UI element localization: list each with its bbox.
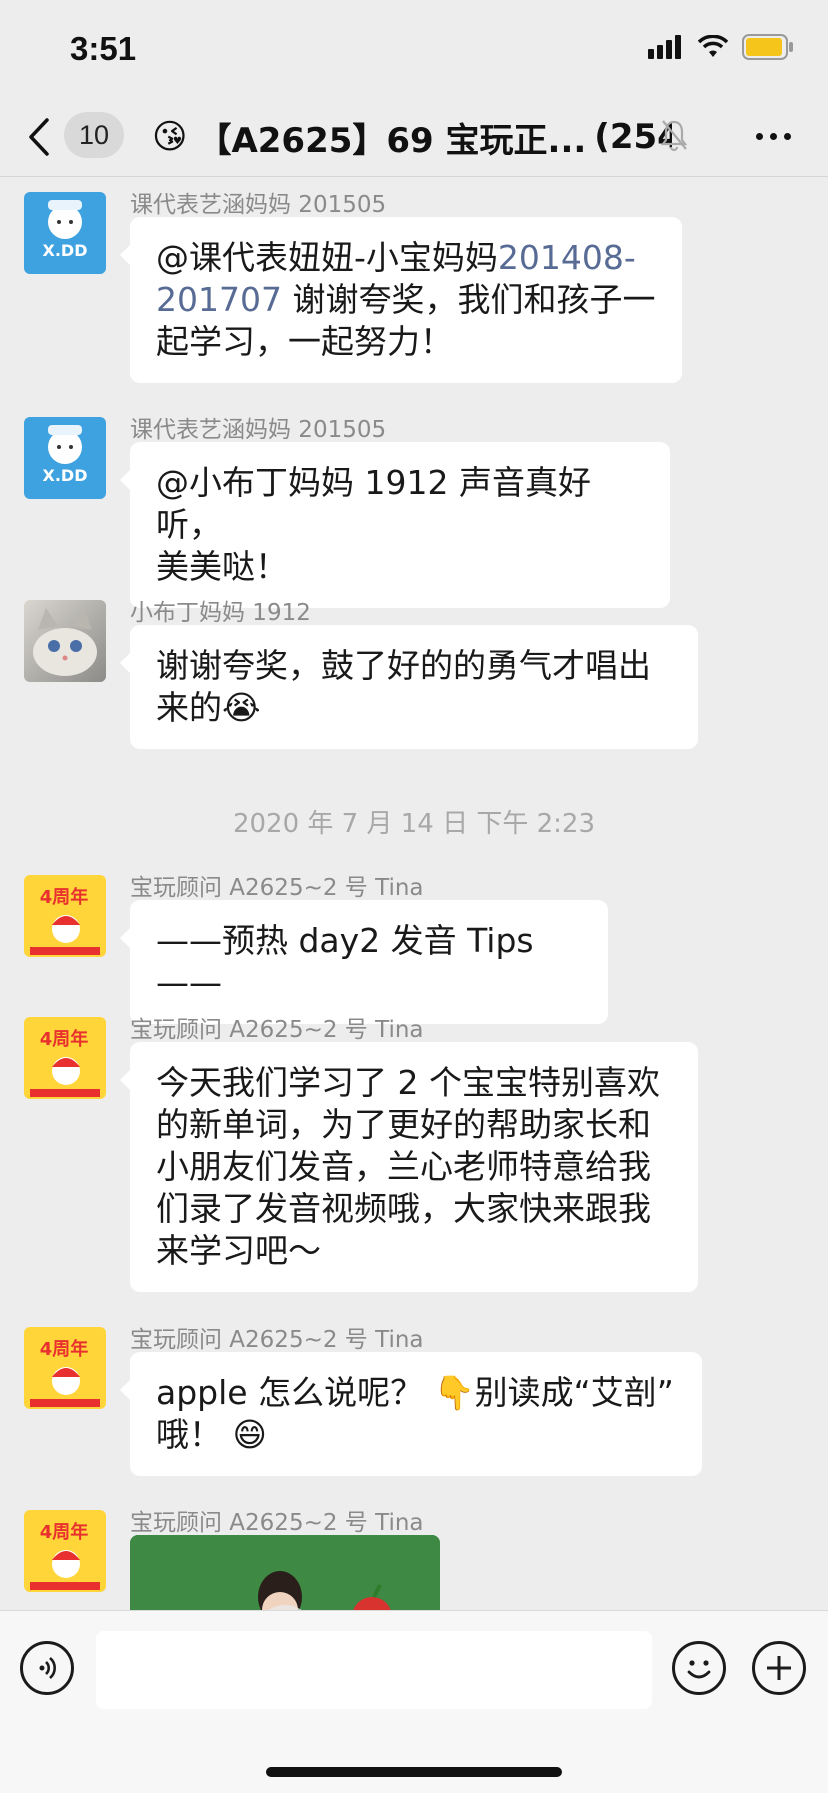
back-button[interactable] <box>28 112 56 162</box>
wifi-icon <box>698 35 728 57</box>
message-line: 201707 谢谢夸奖，我们和孩子一 <box>156 280 656 319</box>
message-line: 来的😭 <box>156 688 261 727</box>
message-line: ——预热 day2 发音 Tips—— <box>156 921 534 1002</box>
svg-text:4周年: 4周年 <box>40 886 89 908</box>
message-bubble[interactable]: ——预热 day2 发音 Tips—— <box>120 900 608 1024</box>
plus-icon <box>767 1656 791 1680</box>
message-input[interactable] <box>96 1631 652 1709</box>
more-options-button[interactable] <box>748 114 798 158</box>
dot-icon <box>769 132 777 140</box>
sender-name: 小布丁妈妈 1912 <box>130 600 311 626</box>
message-line: 起学习，一起努力！ <box>156 322 453 361</box>
battery-icon <box>742 34 793 60</box>
voice-input-button[interactable] <box>20 1641 74 1695</box>
anniversary-avatar[interactable]: 4周年 <box>24 875 106 957</box>
sender-name: 课代表艺涵妈妈 201505 <box>130 417 387 443</box>
smiley-icon <box>687 1660 711 1679</box>
home-indicator <box>266 1767 562 1777</box>
mention-link[interactable]: 201707 <box>156 280 282 319</box>
svg-text:X.DD: X.DD <box>43 466 88 485</box>
dot-icon <box>783 132 791 140</box>
anniversary-avatar[interactable]: 4周年 <box>24 1017 106 1099</box>
xdd-logo-avatar[interactable]: X.DD <box>24 192 106 274</box>
chat-header: 10 😘 【A2625】69 宝玩正... (254) <box>0 100 828 177</box>
xdd-logo-avatar[interactable]: X.DD <box>24 417 106 499</box>
title-emoji: 😘 <box>152 117 188 157</box>
sender-name: 宝玩顾问 A2625~2 号 Tina <box>130 1017 424 1043</box>
svg-text:4周年: 4周年 <box>40 1028 89 1050</box>
sender-name: 课代表艺涵妈妈 201505 <box>130 192 387 218</box>
message-line: apple 怎么说呢？ 👇别读成“艾剖” <box>156 1373 674 1412</box>
message-bubble[interactable]: @课代表妞妞-小宝妈妈201408- 201707 谢谢夸奖，我们和孩子一 起学… <box>120 217 682 383</box>
status-icons <box>648 34 794 60</box>
video-thumbnail[interactable] <box>130 1535 440 1610</box>
status-time: 3:51 <box>70 30 137 67</box>
cat-photo-avatar[interactable] <box>24 600 106 682</box>
message-line: @课代表妞妞-小宝妈妈201408- <box>156 238 636 277</box>
message-line: 谢谢夸奖，鼓了好的的勇气才唱出 <box>156 646 651 685</box>
message-list[interactable]: X.DD 课代表艺涵妈妈 201505 @课代表妞妞-小宝妈妈201408- 2… <box>0 177 828 1610</box>
message-bubble[interactable]: 今天我们学习了 2 个宝宝特别喜欢 的新单词，为了更好的帮助家长和 小朋友们发音… <box>120 1042 698 1292</box>
sender-name: 宝玩顾问 A2625~2 号 Tina <box>130 1510 424 1536</box>
message-line: 们录了发音视频哦，大家快来跟我 <box>156 1189 651 1228</box>
chevron-left-icon <box>29 118 49 156</box>
message-line: 小朋友们发音，兰心老师特意给我 <box>156 1147 651 1186</box>
mention-link[interactable]: 201408- <box>498 238 636 277</box>
message-line: 来学习吧～ <box>156 1231 321 1270</box>
message-line: 的新单词，为了更好的帮助家长和 <box>156 1105 651 1144</box>
anniversary-avatar[interactable]: 4周年 <box>24 1327 106 1409</box>
svg-text:X.DD: X.DD <box>43 241 88 260</box>
svg-text:4周年: 4周年 <box>40 1338 89 1360</box>
message-bubble[interactable]: apple 怎么说呢？ 👇别读成“艾剖” 哦！ 😄 <box>120 1352 702 1476</box>
unread-count-badge[interactable]: 10 <box>64 112 124 158</box>
cellular-signal-icon <box>648 35 681 59</box>
message-line: 哦！ 😄 <box>156 1415 267 1454</box>
message-line: 今天我们学习了 2 个宝宝特别喜欢 <box>156 1063 660 1102</box>
input-bar <box>0 1610 828 1793</box>
message-line: @小布丁妈妈 1912 声音真好听， <box>156 463 591 544</box>
voice-icon <box>39 1657 56 1679</box>
anniversary-avatar[interactable]: 4周年 <box>24 1510 106 1592</box>
mute-bell-icon <box>660 120 688 152</box>
message-bubble[interactable]: 谢谢夸奖，鼓了好的的勇气才唱出 来的😭 <box>120 625 698 749</box>
dot-icon <box>755 132 763 140</box>
group-name: 【A2625】69 宝玩正... <box>197 120 587 161</box>
sender-name: 宝玩顾问 A2625~2 号 Tina <box>130 1327 424 1353</box>
emoji-button[interactable] <box>672 1641 726 1695</box>
chat-title[interactable]: 😘 【A2625】69 宝玩正... (254) <box>152 112 672 162</box>
message-bubble[interactable]: @小布丁妈妈 1912 声音真好听， 美美哒！ <box>120 442 670 608</box>
time-separator: 2020 年 7 月 14 日 下午 2:23 <box>232 809 596 839</box>
svg-text:4周年: 4周年 <box>40 1521 89 1543</box>
message-line: 美美哒！ <box>156 547 288 586</box>
more-functions-button[interactable] <box>752 1641 806 1695</box>
sender-name: 宝玩顾问 A2625~2 号 Tina <box>130 875 424 901</box>
status-bar: 3:51 <box>0 0 828 100</box>
